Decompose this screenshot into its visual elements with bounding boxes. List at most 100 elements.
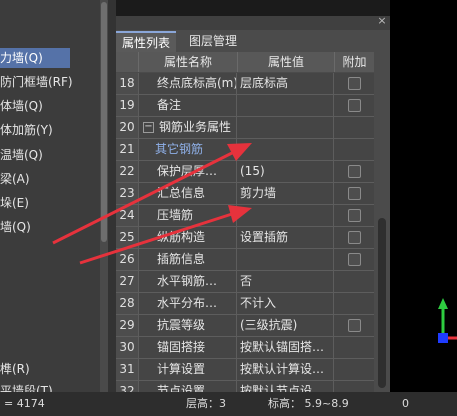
row-index: 23: [116, 183, 139, 204]
property-row[interactable]: 23 汇总信息 剪力墙: [116, 183, 375, 205]
attach-cell: [335, 227, 375, 248]
header-attach: 附加: [342, 55, 367, 69]
attach-checkbox[interactable]: [348, 319, 361, 332]
status-bar: = 4174 层高：3 标高： 5.9~8.9 0: [0, 392, 457, 416]
tree-item-beam[interactable]: 梁(A): [0, 169, 30, 189]
property-value[interactable]: 按默认计算设…: [238, 359, 334, 380]
attach-checkbox[interactable]: [348, 209, 361, 222]
status-floor-height: 层高：3: [186, 397, 226, 410]
property-name: 抗震等级: [139, 315, 237, 336]
property-value[interactable]: 设置插筋: [238, 227, 334, 248]
tab-layer-management[interactable]: 图层管理: [180, 31, 246, 51]
axis-z-box: [438, 333, 448, 343]
property-name: 锚固搭接: [139, 337, 237, 358]
property-value[interactable]: 剪力墙: [238, 183, 334, 204]
row-index: 19: [116, 95, 139, 116]
tree-item-blast-door-frame[interactable]: 防门框墙(RF): [0, 72, 73, 92]
tree-item-pier[interactable]: 垛(E): [0, 193, 29, 213]
property-name: 水平分布…: [139, 293, 237, 314]
property-row[interactable]: 18 终点底标高(m) 层底标高: [116, 73, 375, 95]
property-value[interactable]: [238, 95, 334, 116]
property-name: 终点底标高(m): [139, 73, 237, 94]
attach-cell: [335, 205, 375, 226]
header-property-value: 属性值: [238, 52, 335, 72]
tree-scroll-thumb[interactable]: [101, 2, 107, 242]
attach-cell: [335, 139, 375, 160]
property-name: 纵筋构造: [139, 227, 237, 248]
row-index: 18: [116, 73, 139, 94]
property-row[interactable]: 19 备注: [116, 95, 375, 117]
status-coordinate: = 4174: [4, 397, 45, 410]
property-row[interactable]: 27 水平钢筋… 否: [116, 271, 375, 293]
row-index: 24: [116, 205, 139, 226]
property-row[interactable]: 31 计算设置 按默认计算设…: [116, 359, 375, 381]
status-elevation: 标高： 5.9~8.9: [268, 397, 349, 410]
attach-checkbox[interactable]: [348, 99, 361, 112]
attach-checkbox[interactable]: [348, 231, 361, 244]
panel-titlebar[interactable]: [116, 16, 390, 30]
row-index: 28: [116, 293, 139, 314]
row-index: 25: [116, 227, 139, 248]
property-row[interactable]: 22 保护层厚… (15): [116, 161, 375, 183]
attach-checkbox[interactable]: [348, 165, 361, 178]
property-value[interactable]: [238, 139, 334, 160]
row-index: 29: [116, 315, 139, 336]
property-value[interactable]: [238, 117, 334, 138]
property-name: 备注: [139, 95, 237, 116]
row-index: 21: [116, 139, 139, 160]
property-name: 压墙筋: [139, 205, 237, 226]
splitter[interactable]: [108, 0, 116, 392]
tree-item-shear-wall[interactable]: 力墙(Q): [0, 48, 70, 68]
attach-cell: [335, 161, 375, 182]
attach-checkbox[interactable]: [348, 253, 361, 266]
property-row[interactable]: 26 插筋信息: [116, 249, 375, 271]
row-index: 31: [116, 359, 139, 380]
tree-item-flat-wall[interactable]: 平墙段(T): [0, 381, 53, 392]
property-name: 插筋信息: [139, 249, 237, 270]
property-value[interactable]: 层底标高: [238, 73, 334, 94]
row-index: 22: [116, 161, 139, 182]
collapse-minus-icon[interactable]: −: [143, 122, 154, 133]
property-value[interactable]: 否: [238, 271, 334, 292]
status-value: 0: [402, 397, 409, 410]
property-name: 其它钢筋: [139, 139, 237, 160]
close-icon[interactable]: ×: [376, 14, 388, 28]
property-row[interactable]: 28 水平分布… 不计入: [116, 293, 375, 315]
attach-cell: [335, 117, 375, 138]
row-index: 20: [116, 117, 139, 138]
attach-cell: [335, 183, 375, 204]
tree-item-masonry-wall[interactable]: 体墙(Q): [0, 96, 43, 116]
attach-cell: [335, 271, 375, 292]
axis-gizmo-icon: [438, 298, 457, 343]
property-value[interactable]: [238, 249, 334, 270]
property-row[interactable]: 25 纵筋构造 设置插筋: [116, 227, 375, 249]
property-name: 计算设置: [139, 359, 237, 380]
attach-cell: [335, 293, 375, 314]
row-index: 27: [116, 271, 139, 292]
property-value[interactable]: (15): [238, 161, 334, 182]
property-table-header: 属性名称 属性值 附加: [116, 52, 374, 72]
property-row[interactable]: 24 压墙筋: [116, 205, 375, 227]
attach-checkbox[interactable]: [348, 77, 361, 90]
property-name: 汇总信息: [139, 183, 237, 204]
tab-property-list[interactable]: 属性列表: [116, 31, 176, 53]
property-row[interactable]: 29 抗震等级 (三级抗震): [116, 315, 375, 337]
property-value[interactable]: (三级抗震): [238, 315, 334, 336]
tree-item-masonry-rebar[interactable]: 体加筋(Y): [0, 120, 53, 140]
property-value[interactable]: 按默认锚固搭…: [238, 337, 334, 358]
property-row[interactable]: 30 锚固搭接 按默认锚固搭…: [116, 337, 375, 359]
property-row[interactable]: 20− 钢筋业务属性: [116, 117, 375, 139]
row-index: 26: [116, 249, 139, 270]
header-index: [116, 52, 139, 72]
tree-item-insulation-wall[interactable]: 温墙(Q): [0, 145, 43, 165]
axis-y-arrowhead: [438, 298, 448, 309]
component-tree-panel: 力墙(Q) 防门框墙(RF) 体墙(Q) 体加筋(Y) 温墙(Q) 梁(A) 垛…: [0, 0, 100, 392]
attach-checkbox[interactable]: [348, 187, 361, 200]
tree-item-tenon[interactable]: 榫(R): [0, 359, 30, 379]
tree-item-wall[interactable]: 墙(Q): [0, 217, 31, 237]
property-scroll-thumb[interactable]: [378, 218, 386, 388]
property-value[interactable]: 不计入: [238, 293, 334, 314]
property-value[interactable]: [238, 205, 334, 226]
property-row[interactable]: 21 其它钢筋: [116, 139, 375, 161]
attach-cell: [335, 249, 375, 270]
